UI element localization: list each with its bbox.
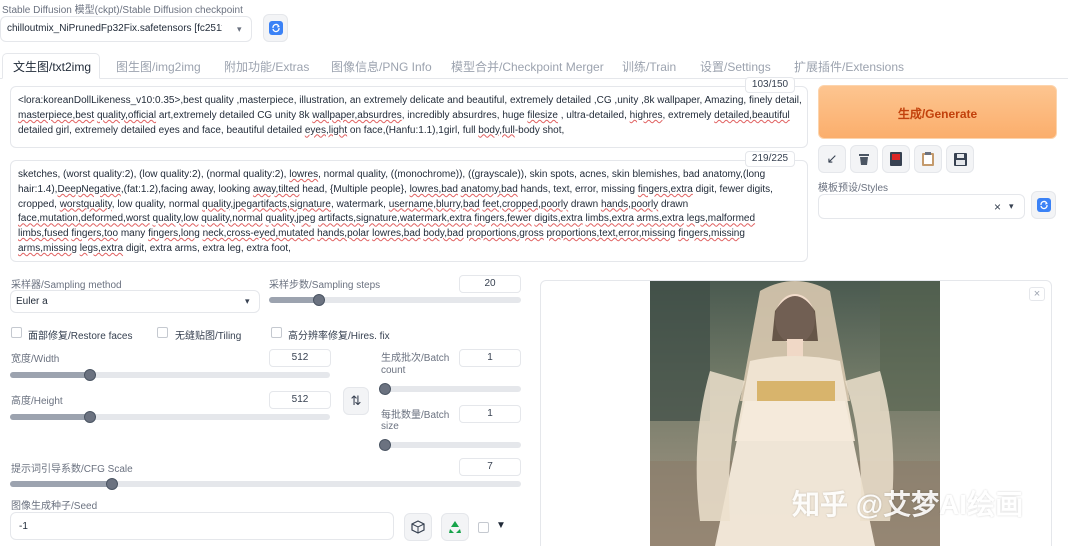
generate-label: 生成/Generate [897, 107, 978, 121]
reuse-seed-button[interactable] [441, 513, 469, 541]
random-seed-button[interactable] [404, 513, 432, 541]
width-slider[interactable] [10, 369, 330, 381]
seed-label: 图像生成种子/Seed [11, 501, 98, 512]
swap-icon: ⇅ [350, 393, 362, 408]
checkpoint-label: Stable Diffusion 模型(ckpt)/Stable Diffusi… [2, 5, 243, 16]
prompt-textarea[interactable]: <lora:koreanDollLikeness_v10:0.35>,best … [10, 86, 808, 148]
tiling-checkbox[interactable] [157, 327, 168, 338]
steps-label: 采样步数/Sampling steps [269, 280, 381, 291]
apply-prompt-button[interactable]: ↙ [818, 145, 846, 173]
trash-icon [859, 153, 869, 165]
negative-token-counter: 219/225 [745, 151, 795, 167]
batch-count-label: 生成批次/Batch [381, 353, 450, 364]
image-watermark: 知乎 @艾梦AI绘画 [792, 489, 1024, 520]
steps-slider-handle[interactable] [313, 294, 326, 306]
prompt-token-counter: 103/150 [745, 77, 795, 93]
save-style-button[interactable] [946, 145, 974, 173]
tab-train[interactable]: 训练/Train [622, 58, 676, 75]
refresh-icon [1036, 198, 1051, 212]
styles-label: 模板预设/Styles [818, 183, 889, 194]
generate-button[interactable]: 生成/Generate [818, 85, 1057, 139]
chevron-down-icon: ▾ [245, 296, 250, 306]
negative-prompt-textarea[interactable]: sketches, (worst quality:2), (low qualit… [10, 160, 808, 262]
steps-input[interactable]: 20 [459, 275, 521, 293]
checkpoint-select[interactable]: chilloutmix_NiPrunedFp32Fix.safetensors … [0, 16, 252, 42]
cfg-input[interactable]: 7 [459, 458, 521, 476]
steps-slider[interactable] [269, 294, 521, 306]
tab-settings[interactable]: 设置/Settings [700, 58, 771, 75]
height-slider-fill [10, 414, 90, 420]
seed-input[interactable]: -1 [10, 512, 394, 540]
width-slider-handle[interactable] [84, 369, 96, 381]
batch-size-slider[interactable] [379, 439, 521, 451]
batch-size-input[interactable]: 1 [459, 405, 521, 423]
batch-count-slider[interactable] [379, 383, 521, 395]
batch-count-slider-handle[interactable] [379, 383, 391, 395]
width-input[interactable]: 512 [269, 349, 331, 367]
card-icon [890, 152, 902, 166]
cfg-slider-handle[interactable] [106, 478, 119, 490]
arrow-icon: ↙ [826, 151, 838, 166]
recycle-icon [449, 521, 461, 533]
styles-select[interactable]: × ▾ [818, 194, 1025, 219]
sampler-select[interactable]: Euler a ▾ [10, 290, 260, 313]
batch-count-label-2: count [381, 365, 406, 376]
cfg-slider-fill [10, 481, 113, 487]
extra-seed-toggle-icon[interactable]: ▼ [496, 520, 506, 531]
checkpoint-value: chilloutmix_NiPrunedFp32Fix.safetensors … [7, 23, 222, 34]
seed-value: -1 [19, 521, 28, 532]
swap-dimensions-button[interactable]: ⇅ [343, 387, 369, 415]
save-icon [953, 152, 967, 166]
height-input[interactable]: 512 [269, 391, 331, 409]
hires-fix-checkbox[interactable] [271, 327, 282, 338]
chevron-down-icon: ▾ [237, 24, 242, 34]
tiling-label: 无缝贴图/Tiling [175, 331, 242, 342]
tab-extras[interactable]: 附加功能/Extras [224, 58, 309, 75]
hires-fix-label: 高分辨率修复/Hires. fix [288, 331, 390, 342]
negative-prompt-text: sketches, (worst quality:2), (low qualit… [18, 169, 773, 254]
clear-prompt-button[interactable] [850, 145, 878, 173]
restore-faces-label: 面部修复/Restore faces [28, 331, 133, 342]
sampler-label: 采样器/Sampling method [11, 280, 122, 291]
height-slider-handle[interactable] [84, 411, 96, 423]
batch-count-input[interactable]: 1 [459, 349, 521, 367]
height-label: 高度/Height [11, 396, 63, 407]
height-slider[interactable] [10, 411, 330, 423]
chevron-down-icon: ▾ [1009, 201, 1014, 211]
clipboard-icon [922, 152, 934, 166]
restore-faces-checkbox[interactable] [11, 327, 22, 338]
read-params-button[interactable] [914, 145, 942, 173]
close-image-button[interactable]: × [1029, 287, 1045, 301]
batch-size-label: 每批数量/Batch [381, 410, 450, 421]
width-label: 宽度/Width [11, 354, 60, 365]
dice-icon [411, 520, 425, 534]
tab-img2img[interactable]: 图生图/img2img [116, 58, 201, 75]
tab-txt2img[interactable]: 文生图/txt2img [13, 58, 91, 75]
cfg-slider[interactable] [10, 478, 521, 490]
sampler-value: Euler a [16, 296, 48, 307]
clear-styles-icon[interactable]: × [994, 200, 1001, 214]
refresh-styles-button[interactable] [1031, 191, 1056, 219]
refresh-checkpoint-button[interactable] [263, 14, 288, 42]
batch-size-label-2: size [381, 421, 399, 432]
tab-checkpoint-merger[interactable]: 模型合并/Checkpoint Merger [451, 58, 604, 75]
cfg-label: 提示词引导系数/CFG Scale [11, 464, 133, 475]
extra-seed-checkbox[interactable] [478, 522, 489, 533]
steps-slider-fill [269, 297, 320, 303]
extra-networks-button[interactable] [882, 145, 910, 173]
batch-size-slider-handle[interactable] [379, 439, 391, 451]
width-slider-fill [10, 372, 90, 378]
tab-png-info[interactable]: 图像信息/PNG Info [331, 58, 432, 75]
tabs-divider [0, 78, 1068, 79]
tab-extensions[interactable]: 扩展插件/Extensions [794, 58, 904, 75]
prompt-text: <lora:koreanDollLikeness_v10:0.35>,best … [18, 95, 802, 136]
refresh-icon [268, 21, 283, 35]
